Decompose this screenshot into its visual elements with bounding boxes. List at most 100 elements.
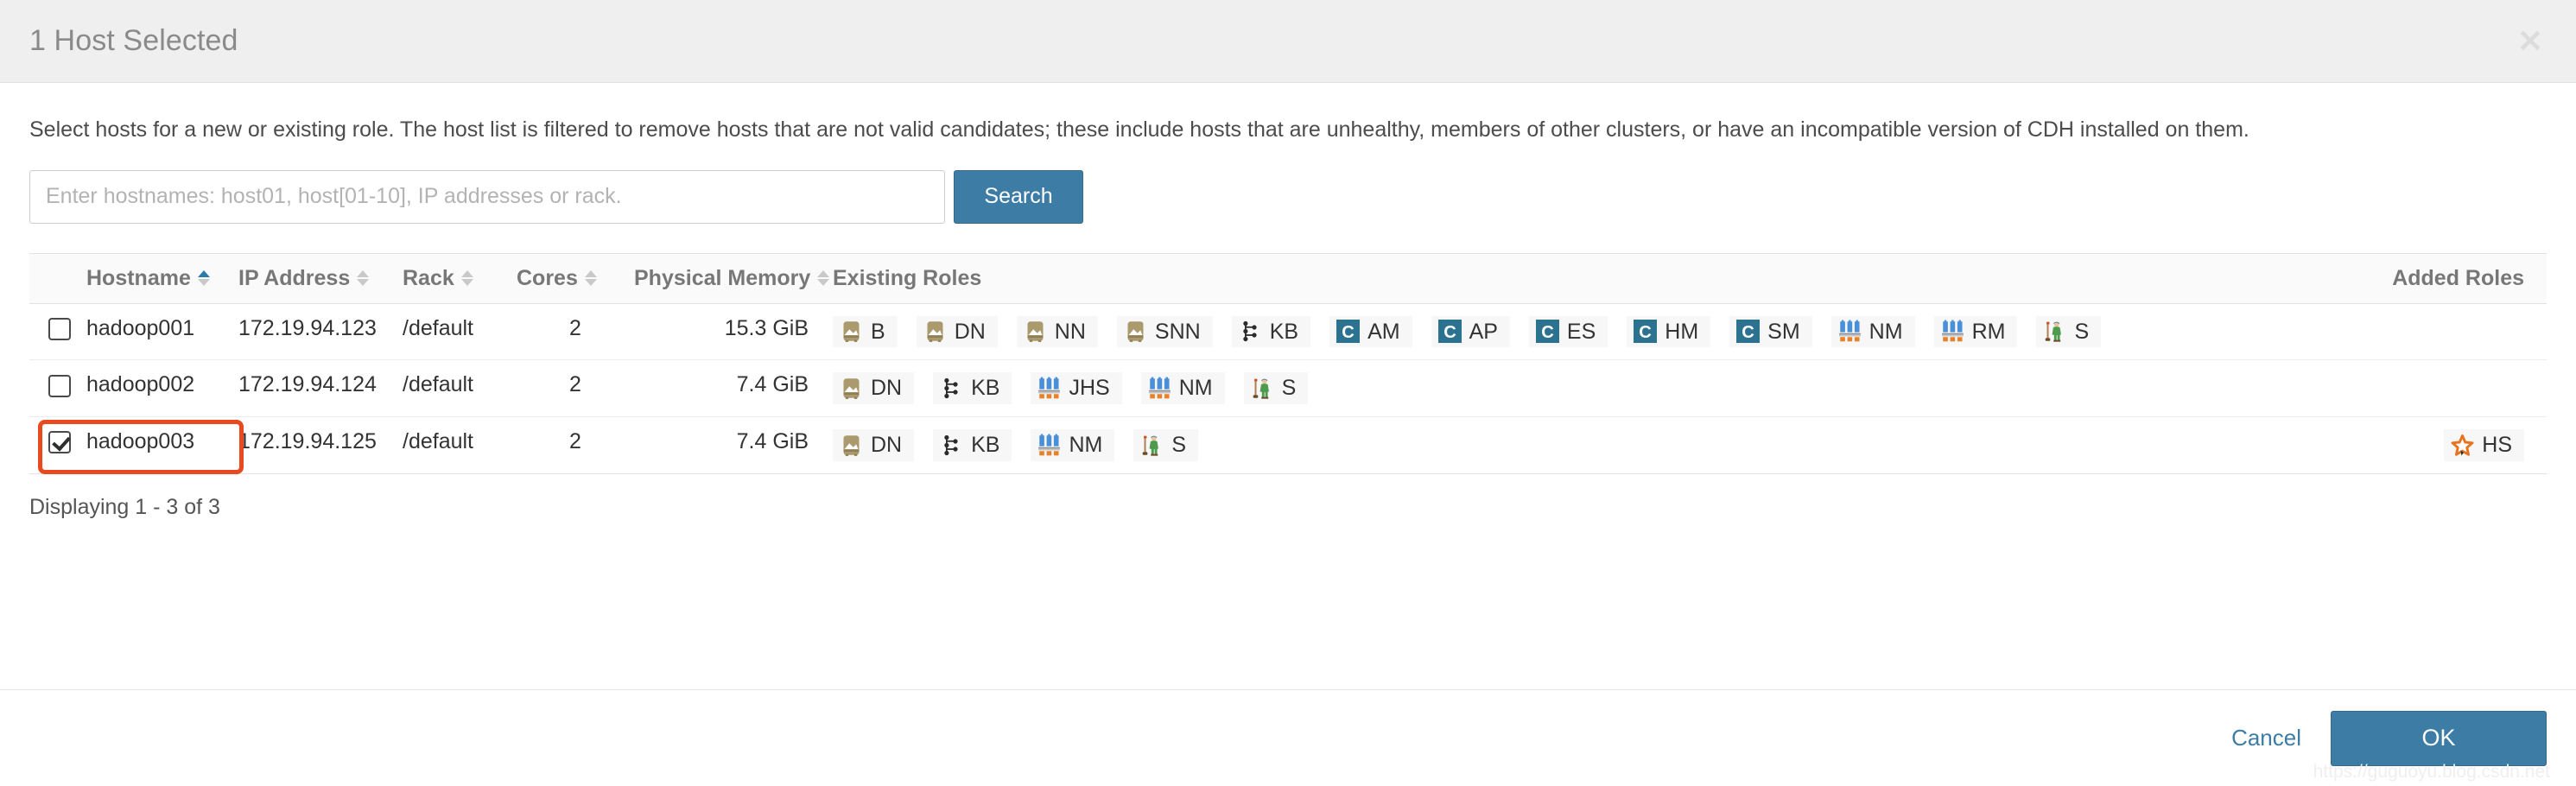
role-badge-nm[interactable]: NM xyxy=(1830,315,1915,348)
cell-added-roles xyxy=(2296,303,2547,361)
role-badge-label: S xyxy=(2074,319,2090,344)
sort-icon-cores[interactable] xyxy=(584,270,597,286)
row-select-cell[interactable] xyxy=(29,417,86,474)
column-label-cores: Cores xyxy=(517,265,578,290)
table-row[interactable]: hadoop003 172.19.94.125/default 2 7.4 GiB DN… xyxy=(29,417,2547,474)
ok-button[interactable]: OK xyxy=(2331,710,2547,766)
role-badge-nm[interactable]: NM xyxy=(1031,429,1115,461)
role-badge-label: NM xyxy=(1178,376,1213,401)
role-badge-s[interactable]: S xyxy=(1133,429,1199,461)
cell-physical-memory: 7.4 GiB xyxy=(736,429,809,453)
svg-text:C: C xyxy=(1342,323,1355,342)
role-badge-nn[interactable]: NN xyxy=(1016,315,1098,348)
cloudera-icon: C xyxy=(1736,320,1761,344)
role-badge-label: S xyxy=(1171,433,1187,457)
sort-icon-ip-address[interactable] xyxy=(357,270,370,286)
role-badge-label: S xyxy=(1281,376,1297,401)
role-badge-b[interactable]: B xyxy=(833,315,898,348)
role-badge-ap[interactable]: C AP xyxy=(1431,315,1510,348)
role-badge-label: B xyxy=(871,319,885,344)
role-badge-dn[interactable]: DN xyxy=(833,429,915,461)
zookeeper-icon xyxy=(1143,435,1159,456)
role-badge-hs[interactable]: HS xyxy=(2444,429,2524,461)
role-badge-kb[interactable]: KB xyxy=(933,429,1012,461)
table-row[interactable]: hadoop002 172.19.94.124/default 2 7.4 GiB DN… xyxy=(29,359,2547,417)
role-badge-dn[interactable]: DN xyxy=(916,315,998,348)
cell-cores: 2 xyxy=(517,303,634,361)
star-icon xyxy=(2451,434,2474,456)
sort-icon-physical-memory[interactable] xyxy=(817,270,830,286)
host-table: Hostname IP Address Rack Cores Physical … xyxy=(29,252,2547,474)
role-badge-label: KB xyxy=(971,376,1000,401)
cloudera-icon: C xyxy=(1336,320,1361,344)
sort-icon-hostname[interactable] xyxy=(197,270,210,286)
column-label-physical-memory: Physical Memory xyxy=(634,265,811,290)
role-badge-label: DN xyxy=(871,376,903,401)
cloudera-icon: C xyxy=(1437,320,1462,344)
column-header-cores[interactable]: Cores xyxy=(517,253,634,304)
column-label-ip-address: IP Address xyxy=(238,265,351,290)
role-badge-hm[interactable]: C HM xyxy=(1627,315,1711,348)
yarn-icon xyxy=(1838,320,1861,342)
cell-hostname: hadoop001 xyxy=(86,303,238,361)
zookeeper-icon xyxy=(1253,378,1269,399)
role-badge-am[interactable]: C AM xyxy=(1329,315,1412,348)
close-icon[interactable]: ✕ xyxy=(2516,25,2545,56)
row-select-cell[interactable] xyxy=(29,303,86,361)
column-header-hostname[interactable]: Hostname xyxy=(86,253,238,304)
hdfs-icon xyxy=(843,435,860,456)
role-badge-s[interactable]: S xyxy=(1243,372,1309,404)
cell-physical-memory: 7.4 GiB xyxy=(634,359,833,417)
row-checkbox[interactable] xyxy=(48,317,71,340)
column-header-ip-address[interactable]: IP Address xyxy=(238,253,403,304)
column-label-hostname: Hostname xyxy=(86,265,191,290)
dialog-footer: Cancel OK https://guguoyu.blog.csdn.net xyxy=(0,689,2576,786)
column-header-rack[interactable]: Rack xyxy=(403,253,517,304)
svg-text:C: C xyxy=(1541,323,1554,342)
cell-existing-roles: DN KB JHS NM S xyxy=(833,359,2296,417)
search-input[interactable] xyxy=(29,169,945,224)
cancel-button[interactable]: Cancel xyxy=(2231,725,2301,751)
role-badge-s[interactable]: S xyxy=(2036,315,2102,348)
role-badge-label: NM xyxy=(1869,319,1903,344)
search-button[interactable]: Search xyxy=(954,169,1083,224)
row-select-cell[interactable] xyxy=(29,359,86,417)
kerberos-icon xyxy=(944,434,958,455)
cell-added-roles xyxy=(2296,359,2547,417)
hdfs-icon xyxy=(927,321,943,343)
role-badge-label: DN xyxy=(871,433,903,457)
role-badge-snn[interactable]: SNN xyxy=(1116,315,1213,348)
table-body: hadoop001 172.19.94.123/default 2 15.3 GiB B… xyxy=(29,303,2547,473)
cell-ip-address: 172.19.94.123 xyxy=(238,303,403,361)
hdfs-icon xyxy=(1027,321,1044,343)
role-badge-kb[interactable]: KB xyxy=(1231,315,1311,348)
role-badge-label: AM xyxy=(1367,319,1400,344)
row-checkbox[interactable] xyxy=(48,374,71,397)
role-badge-dn[interactable]: DN xyxy=(833,372,915,404)
role-badge-rm[interactable]: RM xyxy=(1933,315,2018,348)
role-badge-label: SM xyxy=(1767,319,1800,344)
cell-cores: 2 xyxy=(569,429,581,453)
dialog-body: Select hosts for a new or existing role.… xyxy=(0,83,2576,520)
hdfs-icon xyxy=(843,321,860,343)
column-header-physical-memory[interactable]: Physical Memory xyxy=(634,253,833,304)
role-badge-kb[interactable]: KB xyxy=(933,372,1012,404)
cell-ip-address: 172.19.94.125 xyxy=(238,429,377,453)
column-label-added-roles: Added Roles xyxy=(2392,265,2524,290)
role-badge-label: RM xyxy=(1971,319,2006,344)
role-badge-label: DN xyxy=(954,319,986,344)
role-badge-jhs[interactable]: JHS xyxy=(1031,372,1122,404)
cell-existing-roles: B DN NN SNN KB C AM C AP C ES C HM C SM NM RM S xyxy=(833,303,2296,361)
svg-text:C: C xyxy=(1742,323,1754,342)
hdfs-icon xyxy=(1127,321,1144,343)
cloudera-icon: C xyxy=(1535,320,1559,344)
role-badge-sm[interactable]: C SM xyxy=(1729,315,1812,348)
yarn-icon xyxy=(1038,434,1061,456)
sort-icon-rack[interactable] xyxy=(460,270,473,286)
role-badge-es[interactable]: C ES xyxy=(1528,315,1608,348)
row-checkbox[interactable] xyxy=(48,431,71,454)
cell-cores: 2 xyxy=(517,359,634,417)
role-badge-nm[interactable]: NM xyxy=(1140,372,1225,404)
table-row[interactable]: hadoop001 172.19.94.123/default 2 15.3 GiB B… xyxy=(29,303,2547,361)
table-header: Hostname IP Address Rack Cores Physical … xyxy=(29,253,2547,304)
